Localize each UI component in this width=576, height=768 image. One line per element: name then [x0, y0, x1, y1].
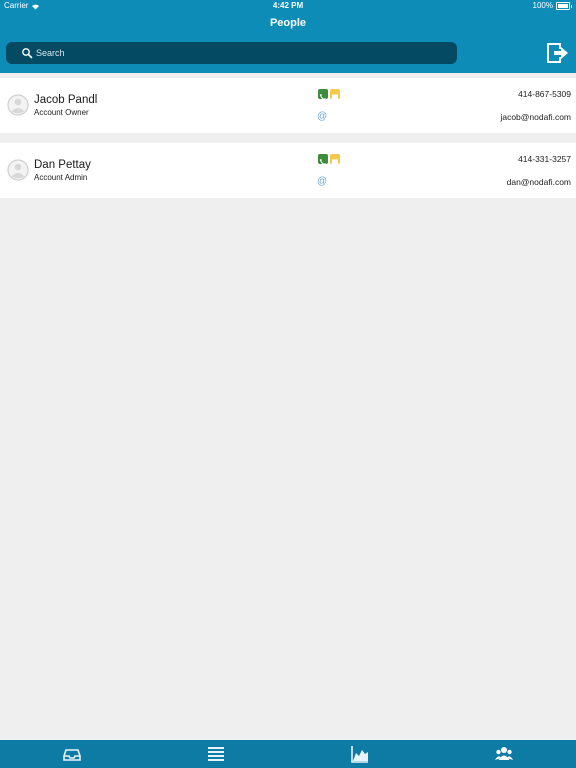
people-icon[interactable] — [495, 745, 513, 763]
avatar-icon — [7, 94, 29, 116]
tab-bar — [0, 740, 576, 768]
inbox-icon[interactable] — [63, 745, 81, 763]
phone-icon[interactable] — [318, 89, 328, 101]
status-bar: Carrier 4:42 PM 100% — [0, 0, 576, 12]
list-icon[interactable] — [207, 745, 225, 763]
status-time: 4:42 PM — [272, 1, 304, 10]
page-title: People — [269, 17, 307, 29]
phone-icon[interactable] — [318, 154, 328, 166]
phone-number[interactable]: 414-867-5309 — [518, 89, 571, 99]
status-right: 100% — [533, 0, 572, 12]
person-card-jacob[interactable]: Jacob Pandl Account Owner @ 414-867-5309… — [0, 78, 576, 133]
avatar-icon — [7, 159, 29, 181]
logout-icon[interactable] — [546, 42, 570, 64]
chart-icon[interactable] — [351, 745, 369, 763]
message-icon[interactable] — [330, 154, 340, 165]
battery-nub — [571, 4, 572, 8]
email-address[interactable]: dan@nodafi.com — [507, 177, 571, 187]
person-name: Dan Pettay — [34, 159, 91, 171]
phone-number[interactable]: 414-331-3257 — [518, 154, 571, 164]
header-bar: Carrier 4:42 PM 100% People — [0, 0, 576, 73]
person-card-dan[interactable]: Dan Pettay Account Admin @ 414-331-3257 … — [0, 143, 576, 198]
email-icon[interactable]: @ — [317, 111, 327, 122]
person-role: Account Admin — [34, 173, 88, 182]
search-input[interactable] — [36, 45, 436, 61]
battery-icon — [556, 2, 570, 10]
email-icon[interactable]: @ — [317, 176, 327, 187]
person-name: Jacob Pandl — [34, 94, 98, 106]
search-icon — [22, 48, 33, 59]
battery-percent: 100% — [532, 1, 553, 10]
message-icon[interactable] — [330, 89, 340, 100]
search-bar[interactable] — [6, 42, 457, 64]
person-role: Account Owner — [34, 108, 89, 117]
email-address[interactable]: jacob@nodafi.com — [500, 112, 571, 122]
